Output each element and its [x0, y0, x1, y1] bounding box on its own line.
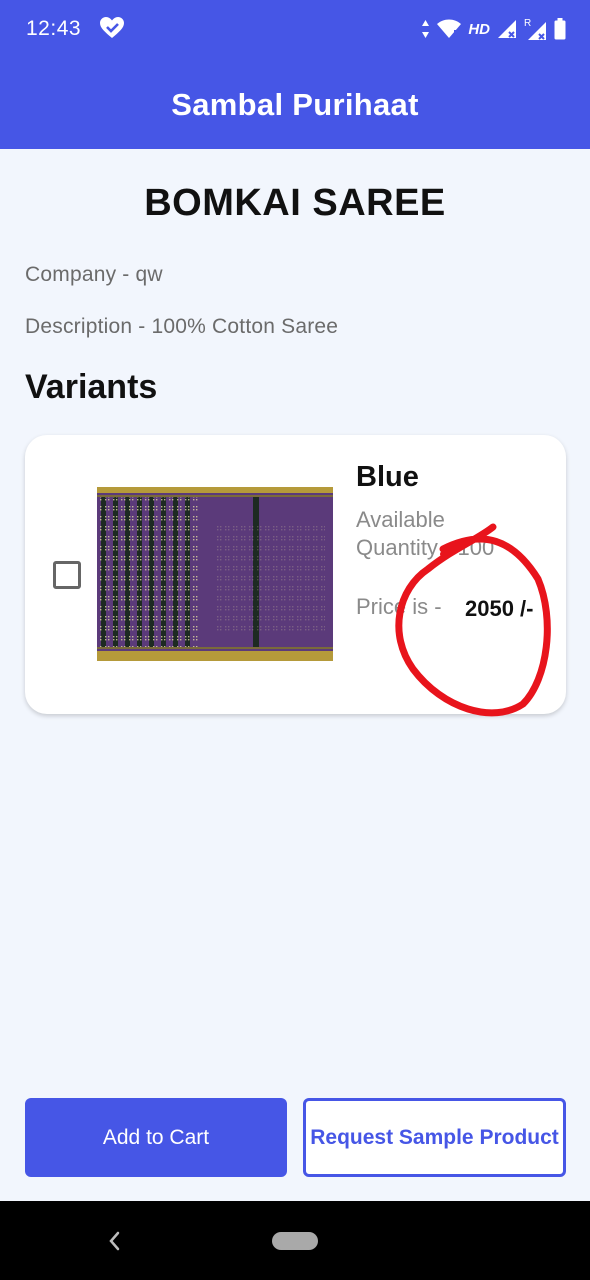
wifi-icon — [437, 19, 462, 38]
description-text: Description - 100% Cotton Saree — [25, 315, 339, 338]
status-time: 12:43 — [26, 17, 82, 40]
signal-roaming-icon: R — [524, 18, 546, 40]
saree-image — [95, 483, 335, 663]
price-label: Price is - — [356, 594, 442, 619]
navigation-bar — [0, 1201, 590, 1280]
product-title: BOMKAI SAREE — [144, 182, 446, 224]
variant-color: Blue — [356, 461, 419, 493]
network-label: HD — [468, 20, 490, 38]
status-bar: 12:43 HD R — [0, 0, 590, 60]
variant-checkbox[interactable] — [53, 561, 81, 589]
add-to-cart-button[interactable]: Add to Cart — [25, 1098, 287, 1177]
variants-heading: Variants — [25, 368, 158, 406]
app-title: Sambal Purihaat — [171, 86, 419, 122]
signal-icon — [498, 20, 516, 38]
request-sample-button[interactable]: Request Sample Product — [303, 1098, 566, 1177]
back-icon[interactable] — [104, 1227, 124, 1255]
available-quantity: Available Quantity - 100 — [356, 507, 495, 560]
company-text: Company - qw — [25, 263, 163, 286]
svg-text:R: R — [524, 18, 531, 29]
variant-card[interactable]: Blue Available Quantity - 100 Price is -… — [25, 435, 566, 717]
battery-icon — [554, 18, 566, 40]
data-arrows-icon — [422, 20, 430, 38]
heart-check-icon — [100, 17, 124, 38]
app-bar: Sambal Purihaat — [0, 60, 590, 149]
home-pill[interactable] — [272, 1232, 318, 1250]
price-value: 2050 /- — [465, 596, 534, 621]
